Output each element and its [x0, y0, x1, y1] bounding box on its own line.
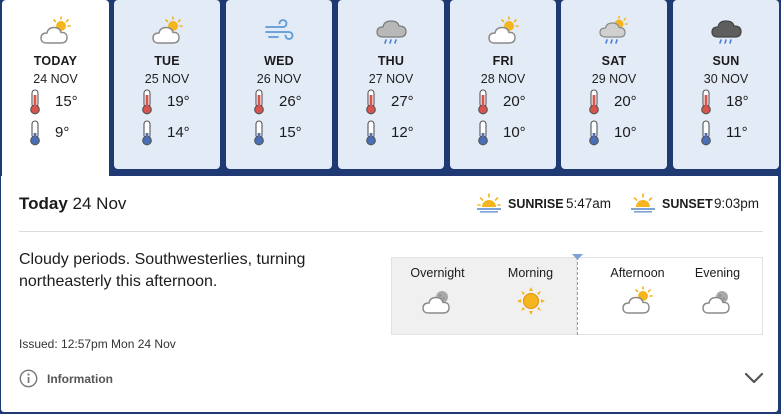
temp-high: 15° — [55, 93, 78, 110]
sunset-icon — [631, 193, 655, 213]
information-label: Information — [47, 372, 113, 386]
day-date: 29 NOV — [591, 72, 637, 86]
day-tab-sat[interactable]: SAT 29 NOV 20° 10° — [561, 0, 667, 169]
temp-low: 11° — [726, 124, 748, 141]
day-date: 25 NOV — [144, 72, 190, 86]
sunrise-time: 5:47am — [566, 196, 612, 211]
temp-low-row: 15° — [252, 120, 312, 146]
day-date: 26 NOV — [256, 72, 302, 86]
day-name: SAT — [601, 54, 627, 68]
day-tab-sun[interactable]: SUN 30 NOV 18° 11° — [673, 0, 779, 169]
day-tab-today[interactable]: TODAY 24 NOV 15° 9° — [2, 0, 109, 178]
forecast-summary: Cloudy periods. Southwesterlies, turning… — [19, 251, 306, 290]
temp-low: 12° — [391, 124, 414, 141]
temp-high-row: 26° — [252, 89, 312, 115]
sunset: SUNSET 9:03pm — [631, 192, 771, 216]
period-label: Evening — [694, 266, 741, 280]
temp-high-row: 18° — [699, 89, 759, 115]
temp-high-row: 20° — [476, 89, 536, 115]
day-tab-wed[interactable]: WED 26 NOV 26° 15° — [226, 0, 332, 169]
sunset-time: 9:03pm — [714, 196, 760, 211]
period-strip: Overnight Morning Afternoon Evening — [391, 254, 764, 335]
day-tab-fri[interactable]: FRI 28 NOV 20° 10° — [450, 0, 556, 169]
info-icon — [19, 369, 38, 388]
detail-title-day: Today — [19, 194, 68, 213]
temp-high-row: 15° — [28, 89, 88, 115]
period-overnight: Overnight — [391, 257, 484, 335]
day-date: 28 NOV — [480, 72, 526, 86]
chevron-down-icon[interactable] — [744, 372, 764, 384]
sun-behind-cloud-icon — [487, 16, 521, 46]
day-date: 30 NOV — [703, 72, 749, 86]
temp-low-row: 10° — [476, 120, 536, 146]
temp-high: 20° — [503, 93, 526, 110]
temp-low-row: 12° — [364, 120, 424, 146]
day-name: THU — [377, 54, 405, 68]
temp-low: 10° — [503, 124, 526, 141]
temp-low: 14° — [167, 124, 190, 141]
day-tab-thu[interactable]: THU 27 NOV 27° 12° — [338, 0, 444, 169]
temp-low-row: 10° — [587, 120, 647, 146]
rain-cloud-icon — [375, 16, 409, 46]
day-name: TUE — [154, 54, 180, 68]
temp-high: 20° — [614, 93, 637, 110]
sunrise-label: SUNRISE — [508, 197, 564, 211]
sunrise-icon — [477, 193, 501, 213]
sun-behind-cloud-icon — [151, 16, 185, 46]
temp-high-row: 27° — [364, 89, 424, 115]
sun-cloud-rain-icon — [598, 15, 632, 46]
issued-time: Issued: 12:57pm Mon 24 Nov — [19, 337, 176, 351]
temp-low: 10° — [614, 124, 637, 141]
temp-high: 27° — [391, 93, 414, 110]
sunrise: SUNRISE 5:47am — [477, 192, 617, 216]
day-name: SUN — [712, 54, 740, 68]
day-name: FRI — [492, 54, 514, 68]
day-tabs: TODAY 24 NOV 15° 9° TUE 25 NOV 19° 14° WED 26 NOV… — [0, 0, 781, 178]
temp-high-row: 19° — [140, 89, 200, 115]
moon-behind-cloud-icon — [701, 286, 735, 316]
sun-behind-cloud-icon — [39, 16, 73, 46]
sun-icon — [514, 286, 548, 316]
temp-low-row: 11° — [699, 120, 759, 146]
day-name: WED — [264, 54, 294, 68]
day-date: 24 NOV — [33, 72, 78, 86]
period-evening: Evening — [671, 257, 764, 335]
period-morning: Morning — [484, 257, 577, 335]
sunset-label: SUNSET — [662, 197, 713, 211]
temp-low-row: 14° — [140, 120, 200, 146]
temp-high: 19° — [167, 93, 190, 110]
day-name: TODAY — [33, 54, 78, 68]
divider — [19, 231, 763, 232]
day-date: 27 NOV — [368, 72, 414, 86]
day-tab-tue[interactable]: TUE 25 NOV 19° 14° — [114, 0, 220, 169]
sun-behind-cloud-icon — [621, 286, 655, 316]
dark-rain-cloud-icon — [710, 16, 744, 46]
current-time-line — [577, 257, 578, 335]
temp-low-row: 9° — [28, 120, 88, 146]
period-label: Morning — [507, 266, 554, 280]
temp-high-row: 20° — [587, 89, 647, 115]
temp-high: 18° — [726, 93, 749, 110]
period-label: Overnight — [410, 266, 465, 280]
detail-title: Today 24 Nov — [19, 194, 126, 214]
temp-high: 26° — [279, 93, 302, 110]
wind-icon — [263, 16, 297, 46]
moon-behind-cloud-icon — [421, 286, 455, 316]
detail-title-date: 24 Nov — [72, 194, 127, 213]
forecast-detail-panel: Today 24 Nov SUNRISE 5:47am SUNSET 9:03p… — [1, 176, 778, 412]
temp-low: 9° — [55, 124, 70, 141]
temp-low: 15° — [279, 124, 302, 141]
